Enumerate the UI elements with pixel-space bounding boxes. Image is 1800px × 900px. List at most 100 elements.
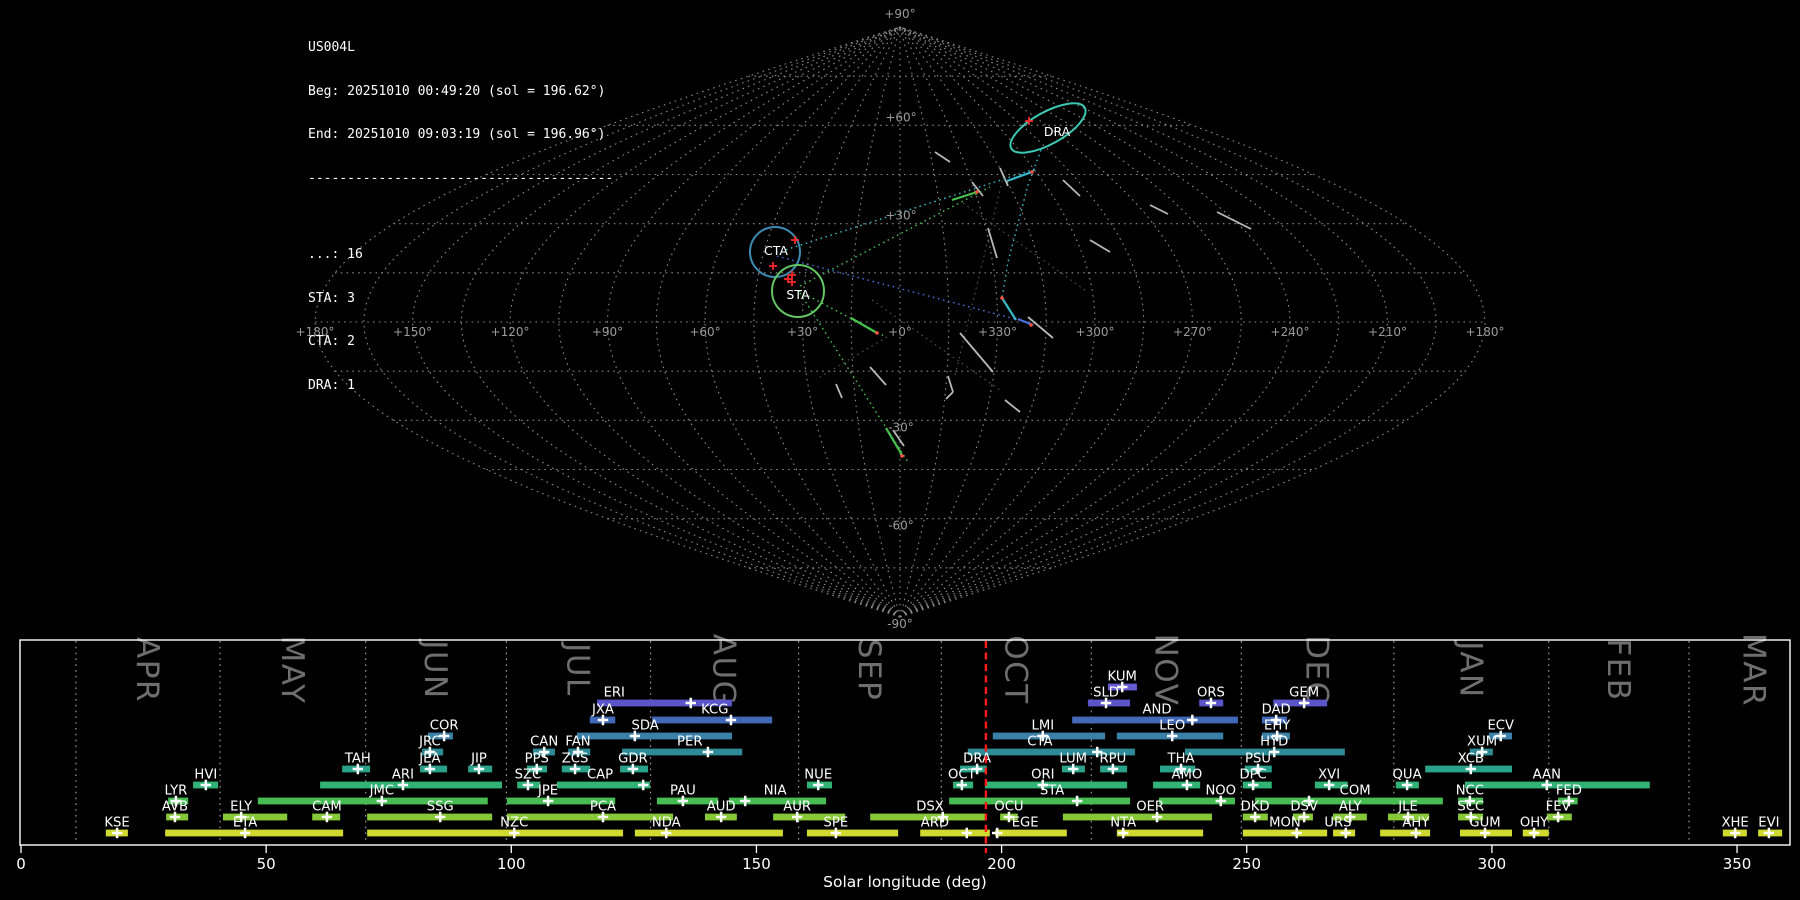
shower-code-label: HVI: [194, 768, 217, 783]
shower-code-label: SDA: [631, 719, 658, 734]
month-label-MAY: MAY: [274, 636, 310, 705]
shower-LUM: LUM: [1059, 752, 1087, 775]
shower-code-label: COM: [1340, 784, 1371, 799]
shower-activity-bar: [1380, 829, 1431, 837]
x-tick-label: 100: [497, 855, 526, 873]
meteor-streak: [999, 167, 1009, 187]
trail-begin-dot: [1029, 323, 1033, 327]
month-label-MAR: MAR: [1736, 633, 1772, 707]
radiant-plot-svg: DRACTASTA+180° +150° +120° +90° +60° +30° +0° +…: [16, 7, 1791, 891]
sky-pole-top-label: +90°: [884, 7, 915, 21]
radiant-code-label: STA: [786, 287, 810, 302]
month-label-JUL: JUL: [559, 641, 595, 697]
shower-code-label: SCC: [1457, 800, 1484, 815]
shower-code-label: JLE: [1397, 800, 1418, 815]
shower-activity-bar: [165, 829, 344, 837]
shower-peak-cross: [991, 827, 1003, 839]
shower-code-label: AND: [1143, 703, 1172, 718]
x-tick-label: 200: [987, 855, 1016, 873]
shower-code-label: ARD: [921, 816, 949, 831]
sky-lat-label: -30°: [888, 420, 914, 434]
x-tick-label: 50: [257, 855, 276, 873]
sky-lat-label: +30°: [885, 209, 916, 223]
shower-code-label: FEV: [1546, 800, 1571, 815]
shower-code-label: AAN: [1533, 768, 1561, 783]
shower-code-label: NCC: [1456, 784, 1484, 799]
shower-code-label: GUM: [1469, 816, 1500, 831]
sky-lon-label: +180°: [1466, 325, 1505, 339]
shower-code-label: SLD: [1093, 686, 1119, 701]
shower-code-label: COR: [430, 719, 459, 734]
shower-code-label: NUE: [804, 768, 832, 783]
shower-JIP: JIP: [468, 752, 493, 775]
x-tick-label: 0: [16, 855, 26, 873]
shower-code-label: JEA: [418, 752, 440, 767]
shower-AUD: AUD: [704, 800, 737, 823]
trail-begin-dot: [900, 454, 904, 458]
shower-code-label: JIP: [470, 752, 487, 767]
month-label-OCT: OCT: [997, 635, 1033, 704]
shower-code-label: ARI: [392, 768, 414, 783]
shower-code-label: NZC: [500, 816, 528, 831]
shower-XCB: XCB: [1425, 752, 1513, 775]
count-cta: CTA: 2: [308, 334, 355, 349]
trail-begin-dot: [1000, 296, 1004, 300]
trail-begin-dot: [975, 190, 979, 194]
shower-code-label: CAN: [530, 735, 558, 750]
radiant-code-label: CTA: [764, 243, 788, 258]
shower-code-label: ORS: [1197, 686, 1225, 701]
sky-lon-label: +300°: [1076, 325, 1115, 339]
shower-QUA: QUA: [1393, 768, 1422, 791]
shower-code-label: OER: [1136, 800, 1164, 815]
meteor-streak: [869, 366, 887, 386]
sky-lon-label: +60°: [689, 325, 720, 339]
shower-code-label: LEO: [1159, 719, 1185, 734]
shower-AHY: AHY: [1380, 816, 1430, 839]
meteor-streak: [1149, 204, 1169, 215]
shower-code-label: EHY: [1264, 719, 1291, 734]
shower-EVI: EVI: [1758, 816, 1783, 839]
shower-activity-bar: [1062, 813, 1212, 821]
meteor-streak: [1004, 399, 1021, 413]
sky-lon-label: +0°: [888, 325, 912, 339]
shower-track: [799, 186, 991, 287]
shower-activity-bar: [634, 829, 783, 837]
shower-code-label: THA: [1167, 752, 1195, 767]
shower-ORS: ORS: [1197, 686, 1225, 709]
shower-AVB: AVB: [162, 800, 189, 823]
shower-code-label: PAU: [670, 784, 696, 799]
shower-code-label: JRC: [418, 735, 441, 750]
sky-lat-label: +60°: [885, 110, 916, 124]
radiant-CTA: CTA: [749, 226, 801, 278]
meteor-streak: [934, 151, 951, 163]
sporadic-track: [819, 336, 888, 378]
shower-activity-bar: [1153, 781, 1201, 789]
x-tick-label: 350: [1723, 855, 1752, 873]
shower-CAM: CAM: [312, 800, 342, 823]
count-sporadic: ...: 16: [308, 247, 363, 262]
shower-code-label: FAN: [565, 735, 590, 750]
shower-code-label: OCU: [994, 800, 1023, 815]
shower-code-label: XHE: [1721, 816, 1748, 831]
shower-activity-bar: [577, 732, 732, 740]
shower-FEV: FEV: [1546, 800, 1572, 823]
shower-code-label: LMI: [1031, 719, 1054, 734]
shower-code-label: DAD: [1262, 703, 1291, 718]
shower-code-label: JMC: [369, 784, 394, 799]
sky-lat-label: -60°: [888, 519, 914, 533]
session-beg: Beg: 20251010 00:49:20 (sol = 196.62°): [308, 83, 606, 99]
shower-activity-bar: [1072, 716, 1238, 724]
sporadic-track: [871, 299, 1001, 391]
shower-HVI: HVI: [193, 768, 219, 791]
shower-code-label: DKD: [1241, 800, 1270, 815]
station-id: US004L: [308, 40, 355, 55]
shower-code-label: PER: [677, 735, 702, 750]
shower-code-label: GEM: [1289, 686, 1319, 701]
shower-code-label: PPS: [525, 752, 549, 767]
shower-activity-bar: [920, 829, 990, 837]
shower-peak-cross: [685, 697, 696, 709]
shower-track: [776, 255, 1035, 325]
shower-code-label: XVI: [1318, 768, 1340, 783]
shower-track: [1001, 149, 1042, 299]
shower-JXA: JXA: [589, 703, 616, 726]
